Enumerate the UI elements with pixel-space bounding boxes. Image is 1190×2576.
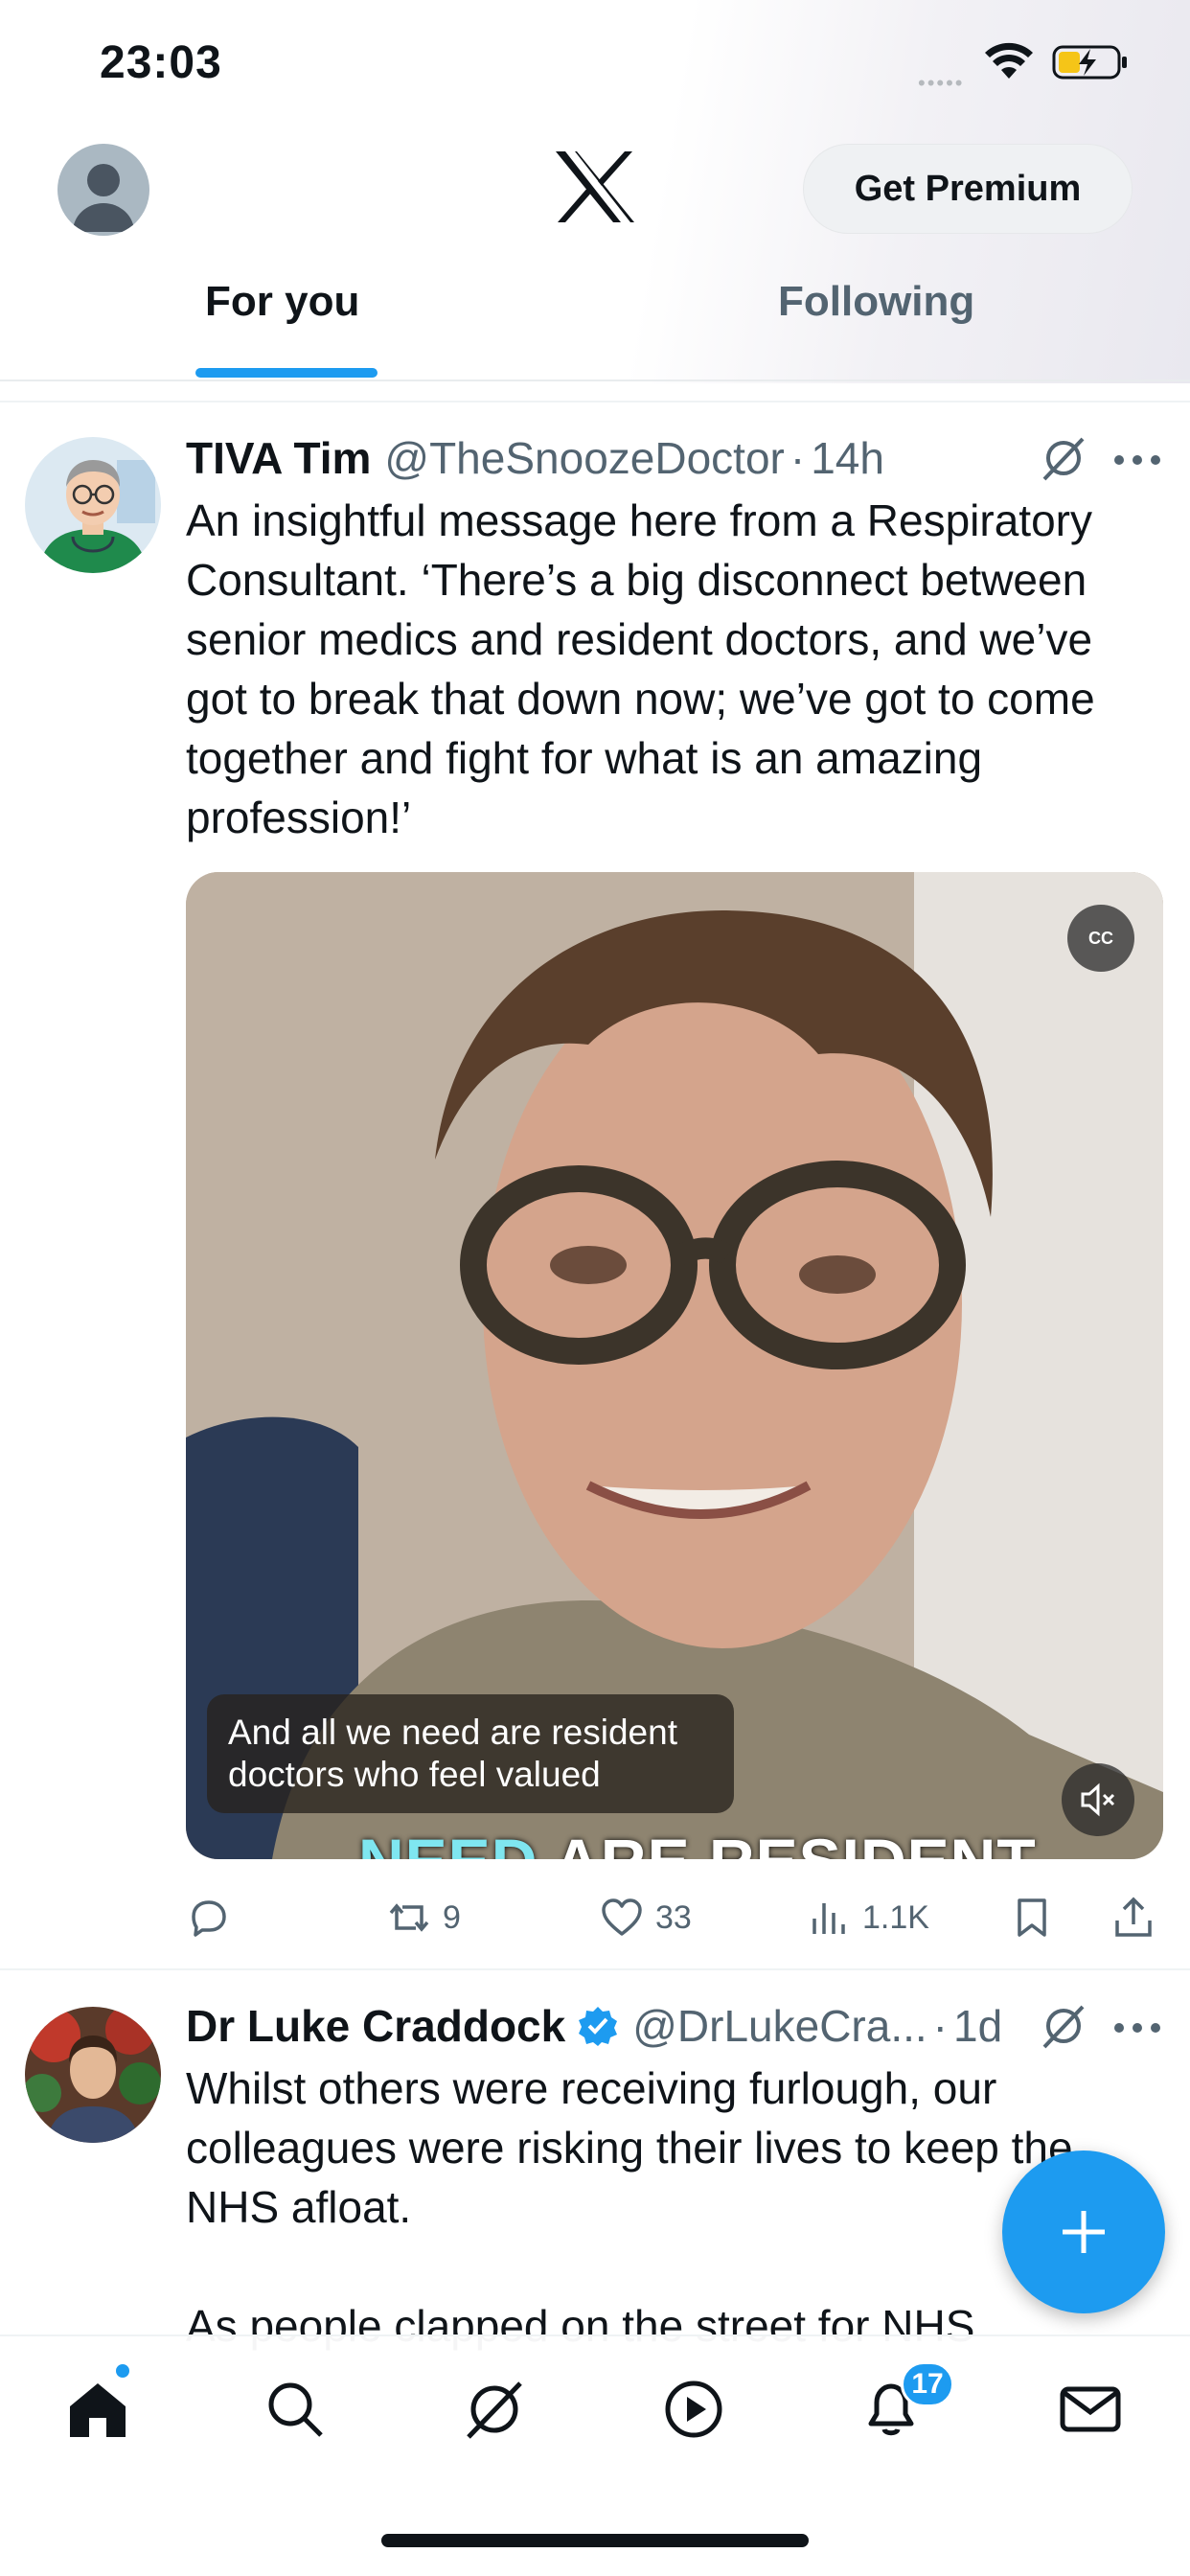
burned-caption-rest: ARE RESIDENT: [538, 1826, 1036, 1859]
x-logo[interactable]: [554, 150, 636, 224]
tweet-header: Dr Luke Craddock @DrLukeCra... · 1d: [186, 1997, 1002, 2055]
like-count: 33: [655, 1898, 692, 1936]
signal-dots: •••••: [918, 71, 965, 95]
repost-icon: [389, 1903, 429, 1932]
share-button[interactable]: [1111, 1884, 1156, 1951]
compose-post-button[interactable]: [1002, 2150, 1165, 2313]
video-icon: [665, 2380, 722, 2438]
closed-captions-button[interactable]: CC: [1067, 905, 1134, 972]
bookmark-button[interactable]: [1010, 1884, 1054, 1951]
mute-toggle-button[interactable]: [1062, 1763, 1134, 1836]
battery-charging-icon: [1052, 45, 1127, 80]
tweet-timestamp[interactable]: 14h: [811, 432, 884, 484]
view-count: 1.1K: [862, 1898, 929, 1936]
grok-icon[interactable]: [1039, 2001, 1088, 2051]
tweet-author-avatar[interactable]: [25, 437, 161, 573]
repost-count: 9: [443, 1898, 461, 1936]
default-avatar-icon: [73, 164, 134, 232]
header-divider: [0, 380, 1190, 381]
burned-caption-highlight: NEED: [358, 1826, 538, 1859]
nav-home[interactable]: [59, 2371, 136, 2448]
grok-icon[interactable]: [1039, 433, 1088, 483]
search-icon: [268, 2382, 323, 2437]
active-tab-indicator: [195, 368, 378, 378]
status-bar: 23:03 •••••: [0, 0, 1190, 134]
like-button[interactable]: 33: [600, 1884, 692, 1951]
nav-search[interactable]: [257, 2371, 333, 2448]
burned-in-caption: NEED ARE RESIDENT: [358, 1825, 1037, 1859]
plus-icon: [1063, 2211, 1105, 2253]
tweet-author-name[interactable]: TIVA Tim: [186, 432, 371, 484]
tweet-actions: 9 33 1.1K: [186, 1884, 1173, 1951]
home-icon: [70, 2383, 126, 2437]
tab-for-you[interactable]: For you: [205, 278, 359, 380]
separator-dot: ·: [932, 2001, 948, 2051]
tweet-author-name[interactable]: Dr Luke Craddock: [186, 2000, 565, 2052]
home-indicator: [381, 2534, 809, 2547]
share-icon: [1115, 1897, 1152, 1937]
verified-badge-icon: [579, 2007, 618, 2046]
tweet-author-avatar[interactable]: [25, 2007, 161, 2143]
profile-photo-icon: [25, 2007, 161, 2143]
speaker-muted-icon: [1081, 1782, 1115, 1817]
nav-messages[interactable]: [1052, 2371, 1129, 2448]
nav-video[interactable]: [655, 2371, 732, 2448]
grok-icon: [467, 2381, 522, 2439]
tweet-author-handle[interactable]: @TheSnoozeDoctor: [384, 432, 784, 484]
cartoon-doctor-avatar-icon: [25, 437, 161, 573]
more-options-icon[interactable]: [1111, 2018, 1163, 2037]
views-button[interactable]: 1.1K: [807, 1884, 929, 1951]
reply-button[interactable]: [186, 1884, 241, 1951]
separator-dot: ·: [790, 433, 806, 483]
status-time: 23:03: [100, 37, 222, 88]
nav-grok[interactable]: [456, 2371, 533, 2448]
notification-count-badge: 17: [901, 2361, 954, 2407]
reply-icon: [192, 1900, 226, 1937]
tweet-author-handle[interactable]: @DrLukeCra...: [632, 2000, 927, 2052]
tweet-divider: [0, 1968, 1190, 1970]
tab-following[interactable]: Following: [778, 278, 974, 380]
more-options-icon[interactable]: [1111, 450, 1163, 470]
wifi-icon: [985, 42, 1033, 79]
tweet-video[interactable]: CC NEED ARE RESIDENT And all we need are…: [186, 872, 1163, 1859]
heart-icon: [602, 1898, 642, 1936]
analytics-icon: [812, 1903, 845, 1934]
profile-avatar-button[interactable]: [57, 144, 149, 236]
home-unread-dot: [113, 2361, 132, 2380]
video-caption: And all we need are resident doctors who…: [207, 1694, 734, 1813]
bookmark-icon: [1018, 1898, 1046, 1937]
repost-button[interactable]: 9: [387, 1884, 461, 1951]
tweet-header: TIVA Tim @TheSnoozeDoctor · 14h: [186, 429, 884, 487]
tweet-text: An insightful message here from a Respir…: [186, 495, 1095, 842]
feed-divider: [0, 401, 1190, 402]
messages-icon: [1060, 2386, 1121, 2432]
get-premium-button[interactable]: Get Premium: [803, 144, 1133, 234]
feed-tabs: For you Following: [0, 278, 1190, 380]
tweet-timestamp[interactable]: 1d: [953, 2000, 1002, 2052]
